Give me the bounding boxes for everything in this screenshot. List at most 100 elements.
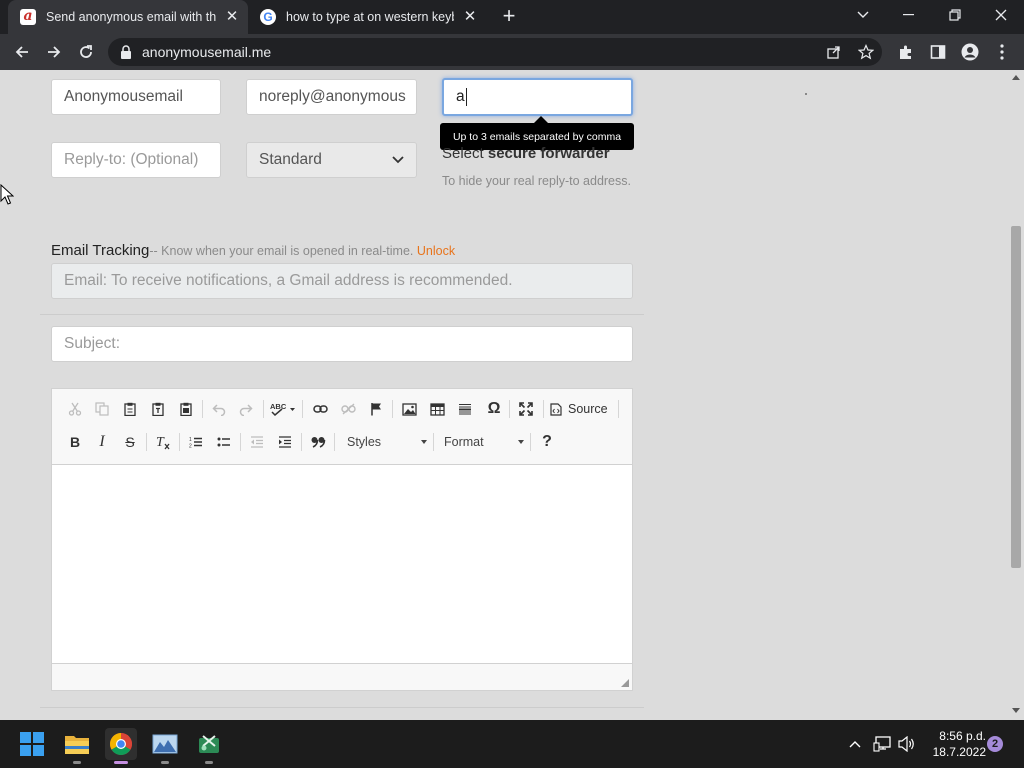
- undo-icon: [212, 404, 226, 416]
- blockquote-button[interactable]: [307, 431, 329, 453]
- bulleted-list-button[interactable]: [213, 431, 235, 453]
- link-button[interactable]: [309, 398, 331, 420]
- taskbar-clock[interactable]: 8:56 p.d. 18.7.2022: [928, 728, 986, 760]
- editor-content-area[interactable]: [52, 464, 632, 664]
- tab-search-button[interactable]: [840, 0, 886, 30]
- strikethrough-button[interactable]: S: [119, 431, 141, 453]
- message-editor: ABC Ω Source B I S T 12 Styles Format ?: [51, 388, 633, 691]
- undo-button[interactable]: [208, 398, 230, 420]
- chrome-taskbar-button[interactable]: [105, 728, 137, 760]
- source-button[interactable]: Source: [550, 398, 612, 420]
- photos-app-button[interactable]: [149, 728, 181, 760]
- toolbar-separator: [179, 433, 180, 451]
- help-button[interactable]: ?: [536, 431, 558, 453]
- close-tab-icon[interactable]: ✕: [462, 9, 478, 25]
- address-bar[interactable]: anonymousemail.me: [108, 38, 882, 66]
- subject-input[interactable]: Subject:: [51, 326, 633, 362]
- back-button[interactable]: [8, 38, 36, 66]
- profile-button[interactable]: [956, 38, 984, 66]
- tab-anonymous-email[interactable]: a Send anonymous email with the ✕: [8, 0, 248, 34]
- decrease-indent-button[interactable]: [246, 431, 268, 453]
- scroll-up-arrow-icon[interactable]: [1012, 75, 1020, 80]
- increase-indent-button[interactable]: [274, 431, 296, 453]
- show-hidden-icons-button[interactable]: [845, 734, 865, 754]
- lock-icon[interactable]: [120, 45, 132, 59]
- image-button[interactable]: [398, 398, 420, 420]
- snipping-tool-button[interactable]: [193, 728, 225, 760]
- styles-dropdown-label: Styles: [347, 435, 382, 449]
- side-panel-button[interactable]: [924, 38, 952, 66]
- toolbar-separator: [263, 400, 264, 418]
- forwarder-heading: Select secure forwarder: [442, 145, 610, 162]
- chrome-menu-button[interactable]: [988, 38, 1016, 66]
- to-email-value: a: [456, 88, 465, 105]
- spellcheck-button[interactable]: ABC: [269, 398, 297, 420]
- paste-text-icon: [152, 402, 164, 416]
- to-email-input[interactable]: a: [442, 78, 633, 116]
- browser-tab-strip: a Send anonymous email with the ✕ G how …: [0, 0, 1024, 34]
- from-name-input[interactable]: Anonymousemail: [51, 79, 221, 115]
- chevron-up-icon: [849, 741, 861, 748]
- new-tab-button[interactable]: +: [498, 5, 520, 28]
- italic-button[interactable]: I: [91, 431, 113, 453]
- notification-badge[interactable]: 2: [987, 736, 1003, 752]
- scroll-down-arrow-icon[interactable]: [1012, 708, 1020, 713]
- copy-button[interactable]: [91, 398, 113, 420]
- file-explorer-button[interactable]: [61, 728, 93, 760]
- paste-word-button[interactable]: [175, 398, 197, 420]
- volume-tray-button[interactable]: [897, 734, 917, 754]
- from-email-input[interactable]: noreply@anonymous: [246, 79, 417, 115]
- reply-to-input[interactable]: Reply-to: (Optional): [51, 142, 221, 178]
- paste-button[interactable]: [119, 398, 141, 420]
- clear-format-icon: T: [156, 435, 170, 450]
- format-dropdown[interactable]: Format: [444, 431, 524, 453]
- url-text[interactable]: anonymousemail.me: [142, 44, 271, 60]
- forward-arrow-icon: [48, 46, 61, 58]
- special-char-button[interactable]: Ω: [483, 398, 505, 420]
- chrome-logo-icon: [110, 733, 132, 755]
- tab-title: how to type at on western keybo: [286, 10, 454, 24]
- forwarder-select[interactable]: Standard: [246, 142, 417, 178]
- resize-grip-icon[interactable]: [619, 677, 629, 687]
- reload-icon: [80, 45, 92, 58]
- toolbar-separator: [240, 433, 241, 451]
- close-window-button[interactable]: [978, 0, 1024, 30]
- network-tray-button[interactable]: [872, 734, 892, 754]
- restore-button[interactable]: [932, 0, 978, 30]
- extensions-button[interactable]: [892, 38, 920, 66]
- page-scrollbar[interactable]: [1008, 70, 1024, 720]
- tracking-unlock-link[interactable]: Unlock: [417, 244, 455, 258]
- table-button[interactable]: [426, 398, 448, 420]
- format-dropdown-label: Format: [444, 435, 484, 449]
- indent-icon: [279, 436, 291, 448]
- scrollbar-thumb[interactable]: [1011, 226, 1021, 568]
- svg-text:2: 2: [189, 444, 192, 449]
- reload-button[interactable]: [72, 38, 100, 66]
- dropdown-arrow-icon: [421, 440, 427, 444]
- tab-google-search[interactable]: G how to type at on western keybo ✕: [250, 0, 486, 34]
- chevron-down-icon: [392, 156, 404, 164]
- bold-button[interactable]: B: [64, 431, 86, 453]
- horizontal-line-button[interactable]: [454, 398, 476, 420]
- redo-button[interactable]: [235, 398, 257, 420]
- unlink-button[interactable]: [337, 398, 359, 420]
- link-icon: [312, 405, 328, 413]
- share-icon[interactable]: [826, 44, 842, 60]
- close-tab-icon[interactable]: ✕: [224, 9, 240, 25]
- paste-text-button[interactable]: [147, 398, 169, 420]
- numbered-list-button[interactable]: 12: [185, 431, 207, 453]
- start-button[interactable]: [16, 728, 48, 760]
- styles-dropdown[interactable]: Styles: [347, 431, 427, 453]
- anchor-button[interactable]: [365, 398, 387, 420]
- table-icon: [429, 402, 445, 416]
- minimize-button[interactable]: [886, 0, 932, 30]
- profile-avatar-icon: [961, 43, 979, 61]
- toolbar-separator: [302, 400, 303, 418]
- remove-format-button[interactable]: T: [152, 431, 174, 453]
- bookmark-star-icon[interactable]: [858, 44, 874, 60]
- tracking-email-input[interactable]: Email: To receive notifications, a Gmail…: [51, 263, 633, 299]
- image-icon: [401, 402, 417, 416]
- forward-button[interactable]: [40, 38, 68, 66]
- cut-button[interactable]: [64, 398, 86, 420]
- maximize-button[interactable]: [515, 398, 537, 420]
